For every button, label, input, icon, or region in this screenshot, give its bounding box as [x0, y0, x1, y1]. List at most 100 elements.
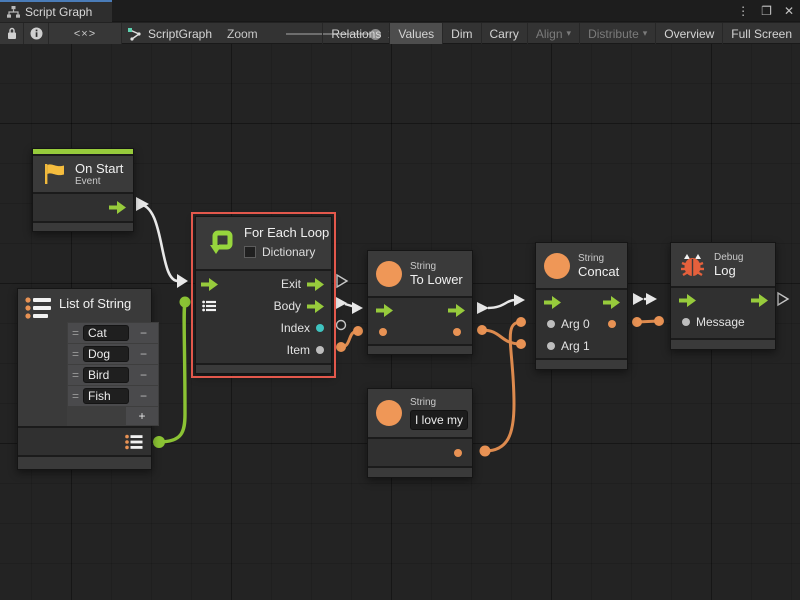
list-item-field[interactable]	[83, 346, 129, 362]
arg1-in-port[interactable]	[547, 342, 555, 350]
port-label-message: Message	[696, 315, 745, 329]
index-out-port[interactable]	[316, 324, 324, 332]
close-icon[interactable]: ✕	[784, 4, 794, 18]
align-button[interactable]: Align▾	[527, 23, 579, 44]
flow-in-port[interactable]	[679, 294, 696, 307]
node-category: String	[578, 253, 619, 264]
list-in-port[interactable]	[202, 300, 216, 312]
relations-button[interactable]: Relations	[322, 23, 389, 44]
breadcrumb[interactable]: ScriptGraph	[127, 23, 212, 44]
port-label-item: Item	[287, 343, 310, 357]
drag-handle[interactable]: =	[68, 347, 83, 361]
wire-tolower-to-arg1[interactable]	[482, 330, 521, 344]
drag-handle[interactable]: =	[68, 389, 83, 403]
window-menu-icon[interactable]: ⋮	[737, 4, 749, 18]
tab-script-graph[interactable]: Script Graph	[0, 0, 112, 22]
node-header: String To Lower	[368, 251, 472, 296]
node-list-of-string[interactable]: List of String = − = − =	[17, 288, 152, 470]
remove-item-button[interactable]: −	[129, 389, 158, 403]
remove-item-button[interactable]: −	[129, 347, 158, 361]
node-body	[18, 428, 151, 455]
wire-onstart-to-foreach[interactable]	[138, 204, 178, 281]
wire-arrow-in	[514, 294, 525, 306]
wire-tolower-to-concat[interactable]	[488, 300, 515, 308]
list-item-row: = −	[68, 344, 158, 364]
add-item-button[interactable]: +	[126, 407, 158, 425]
exit-out-port[interactable]	[307, 278, 324, 291]
flow-in-port[interactable]	[544, 296, 561, 309]
remove-item-button[interactable]: −	[129, 326, 158, 340]
code-icon: <×>	[74, 28, 96, 40]
node-for-each-loop[interactable]: For Each Loop Dictionary Exit	[195, 216, 332, 374]
unconnected-log-exit-port[interactable]	[778, 293, 788, 305]
info-icon	[30, 27, 43, 40]
flow-in-port[interactable]	[201, 278, 218, 291]
isolate-button[interactable]: <×>	[49, 23, 122, 44]
list-out-port[interactable]	[125, 434, 143, 450]
result-out-port[interactable]	[608, 320, 616, 328]
node-body	[368, 439, 472, 466]
node-body: Arg 0 Arg 1	[536, 290, 627, 358]
wire-dot	[477, 325, 487, 335]
unconnected-exit-port[interactable]	[337, 275, 347, 287]
lock-button[interactable]	[0, 23, 24, 44]
value-out-port[interactable]	[453, 328, 461, 336]
node-string-literal[interactable]: String	[367, 388, 473, 478]
flow-out-port[interactable]	[109, 201, 126, 214]
script-graph-window: Script Graph ⋮ ❐ ✕ <×>	[0, 0, 800, 600]
overview-button[interactable]: Overview	[655, 23, 722, 44]
port-label-body: Body	[274, 299, 301, 313]
lock-icon	[6, 27, 18, 40]
dictionary-checkbox[interactable]	[244, 246, 256, 258]
flow-out-port[interactable]	[603, 296, 620, 309]
node-on-start[interactable]: On Start Event	[32, 148, 134, 232]
port-label-index: Index	[281, 321, 310, 335]
flow-out-port[interactable]	[448, 304, 465, 317]
value-out-port[interactable]	[454, 449, 462, 457]
node-footer	[33, 223, 133, 231]
item-out-port[interactable]	[316, 346, 324, 354]
list-inspector: = − = − = − =	[67, 322, 159, 426]
carry-button[interactable]: Carry	[481, 23, 527, 44]
drag-handle[interactable]: =	[68, 326, 83, 340]
flow-out-port[interactable]	[751, 294, 768, 307]
dim-button[interactable]: Dim	[442, 23, 480, 44]
info-button[interactable]	[24, 23, 49, 44]
distribute-button[interactable]: Distribute▾	[579, 23, 655, 44]
arg0-in-port[interactable]	[547, 320, 555, 328]
body-out-port[interactable]	[307, 300, 324, 313]
string-value-field[interactable]	[410, 410, 468, 430]
node-debug-log[interactable]: Debug Log Message	[670, 242, 776, 350]
port-label-exit: Exit	[281, 277, 301, 291]
maximize-icon[interactable]: ❐	[761, 4, 772, 18]
remove-item-button[interactable]: −	[129, 368, 158, 382]
wire-literal-to-arg0[interactable]	[485, 322, 521, 451]
list-item-field[interactable]	[83, 388, 129, 404]
fullscreen-button[interactable]: Full Screen	[722, 23, 800, 44]
node-to-lower[interactable]: String To Lower	[367, 250, 473, 355]
node-title: On Start	[75, 161, 123, 176]
flow-in-port[interactable]	[376, 304, 393, 317]
value-in-port[interactable]	[379, 328, 387, 336]
wire-dot	[336, 342, 346, 352]
list-item-field[interactable]	[83, 367, 129, 383]
wire-list-to-foreach[interactable]	[159, 303, 185, 442]
list-item-field[interactable]	[83, 325, 129, 341]
node-category: String	[410, 261, 463, 272]
drag-handle[interactable]: =	[68, 368, 83, 382]
wire-dot	[180, 297, 191, 308]
unconnected-index-port[interactable]	[337, 321, 346, 330]
checkbox-label: Dictionary	[262, 245, 315, 259]
wire-dot	[153, 436, 165, 448]
message-in-port[interactable]	[682, 318, 690, 326]
node-concat[interactable]: String Concat Arg 0 Arg 1	[535, 242, 628, 370]
graph-canvas[interactable]: On Start Event	[0, 44, 800, 600]
node-title: Log	[714, 263, 743, 278]
wire-arrow-out	[336, 297, 347, 309]
tab-bar: Script Graph ⋮ ❐ ✕	[0, 0, 800, 22]
tab-title: Script Graph	[25, 5, 92, 19]
node-header: For Each Loop Dictionary	[196, 217, 331, 269]
node-footer	[368, 346, 472, 354]
node-body	[368, 298, 472, 344]
values-button[interactable]: Values	[389, 23, 442, 44]
